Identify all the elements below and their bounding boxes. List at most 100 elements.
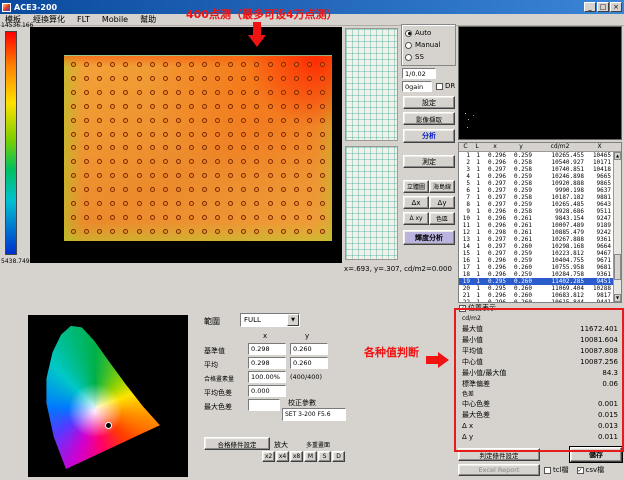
table-row[interactable]: 210.2960.25810540.92710171: [459, 159, 613, 166]
mode-radio-ss[interactable]: SS: [405, 53, 452, 61]
table-row[interactable]: 1010.2960.2619843.1549247: [459, 215, 613, 222]
reference-y-field[interactable]: 0.260: [290, 343, 328, 355]
chevron-down-icon[interactable]: ▼: [287, 314, 299, 326]
table-row[interactable]: 610.2970.2599990.1989637: [459, 187, 613, 194]
radio-icon: [405, 54, 412, 61]
multi-d-button[interactable]: D: [332, 451, 345, 462]
table-cell: 10284.758: [534, 271, 586, 278]
table-cell: 0.297: [482, 180, 508, 187]
range-dropdown[interactable]: FULL ▼: [240, 313, 300, 327]
judge-condition-button[interactable]: 判定條件設定: [458, 448, 540, 461]
table-scrollbar[interactable]: ▲ ▼: [613, 152, 621, 302]
table-row[interactable]: 1410.2970.26010298.1689664: [459, 243, 613, 250]
table-row[interactable]: 1110.2960.26110007.4899189: [459, 222, 613, 229]
maximize-button[interactable]: □: [597, 2, 609, 12]
table-header-cell: C: [459, 143, 472, 151]
zoom-x4-button[interactable]: x4: [276, 451, 289, 462]
table-cell: 11069.404: [534, 285, 586, 292]
minimize-button[interactable]: _: [584, 2, 596, 12]
dr-checkbox[interactable]: DR: [436, 82, 455, 90]
table-row[interactable]: 1310.2970.26110267.8889361: [459, 236, 613, 243]
measure-point: [84, 104, 89, 109]
multi-m-button[interactable]: M: [304, 451, 317, 462]
table-row[interactable]: 310.2970.25810740.85110418: [459, 166, 613, 173]
measure-point: [320, 201, 325, 206]
measure-point: [202, 229, 207, 234]
save-button[interactable]: 儲存: [570, 447, 622, 462]
table-cell: 0.259: [508, 187, 534, 194]
table-cell: 0.296: [482, 215, 508, 222]
table-row[interactable]: 1510.2970.25910223.8129467: [459, 250, 613, 257]
table-row[interactable]: 510.2970.25810920.8889865: [459, 180, 613, 187]
close-button[interactable]: ×: [610, 2, 622, 12]
exposure-field[interactable]: 1/0.02: [402, 68, 436, 79]
zoom-x8-button[interactable]: x8: [290, 451, 303, 462]
measure-point: [215, 145, 220, 150]
table-row[interactable]: 2210.2960.26010615.8449441: [459, 299, 613, 302]
measure-point: [281, 229, 286, 234]
menu-item-3[interactable]: Mobile: [102, 15, 128, 24]
table-row[interactable]: 110.2960.25910265.45510465: [459, 152, 613, 159]
color-zone-button[interactable]: 色區: [429, 212, 455, 225]
scroll-up-icon[interactable]: ▲: [614, 152, 621, 160]
mode-radio-auto[interactable]: Auto: [405, 29, 452, 37]
measure-point: [71, 145, 76, 150]
measure-point: [254, 62, 259, 67]
result-row: 中心值10087.256: [462, 356, 618, 367]
table-row[interactable]: 1610.2960.25910404.7559671: [459, 257, 613, 264]
menu-item-2[interactable]: FLT: [77, 15, 90, 24]
table-row[interactable]: 2010.2950.26011069.40410288: [459, 285, 613, 292]
menu-item-1[interactable]: 經換算化: [33, 14, 65, 25]
measure-point: [320, 215, 325, 220]
calibration-field[interactable]: SET 3-200 F5.6: [282, 408, 346, 421]
measure-point: [307, 173, 312, 178]
luminance-heatmap[interactable]: [64, 55, 332, 241]
measure-point: [241, 159, 246, 164]
pass-condition-button[interactable]: 合格條件設定: [204, 437, 270, 450]
reference-x-field[interactable]: 0.298: [248, 343, 286, 355]
table-row[interactable]: 1910.2950.26011402.2859451: [459, 278, 613, 285]
measure-point: [254, 132, 259, 137]
measure-button[interactable]: 測定: [403, 155, 455, 168]
result-value: 0.011: [598, 433, 618, 441]
result-label: 最大色差: [462, 410, 490, 420]
setting-button[interactable]: 設定: [403, 96, 455, 109]
excel-report-button[interactable]: Excel Report: [458, 464, 540, 476]
result-value: 10087.256: [580, 358, 618, 366]
table-row[interactable]: 910.2960.2589928.6869511: [459, 208, 613, 215]
table-row[interactable]: 1210.2980.26110885.4799242: [459, 229, 613, 236]
delta-x-button[interactable]: Δx: [403, 196, 429, 209]
table-cell: 10171: [586, 159, 613, 166]
table-row[interactable]: 1710.2960.26010755.9589681: [459, 264, 613, 271]
csv-file-checkbox[interactable]: ✓csv檔: [577, 465, 605, 475]
camera-preview: [458, 26, 622, 140]
measure-point: [123, 76, 128, 81]
measure-point: [110, 215, 115, 220]
delta-xy-button[interactable]: Δ xy: [403, 212, 429, 225]
measurement-table-body[interactable]: 110.2960.25910265.45510465210.2960.25810…: [459, 152, 613, 302]
window-title: ACE3-200: [14, 3, 57, 12]
measure-point: [320, 229, 325, 234]
gain-field[interactable]: 0gain: [402, 81, 432, 92]
image-capture-button[interactable]: 影像擷取: [403, 112, 455, 125]
contour-view-button[interactable]: 海島線: [429, 180, 455, 193]
tcl-file-checkbox[interactable]: tcl檔: [544, 465, 569, 475]
analyze-button[interactable]: 分析: [403, 129, 455, 143]
measure-point: [202, 215, 207, 220]
menu-item-4[interactable]: 幫助: [140, 14, 156, 25]
multi-s-button[interactable]: S: [318, 451, 331, 462]
mode-radio-manual[interactable]: Manual: [405, 41, 452, 49]
scrollbar-thumb[interactable]: [614, 254, 621, 280]
table-row[interactable]: 810.2970.25910265.4859643: [459, 201, 613, 208]
delta-y-button[interactable]: Δy: [429, 196, 455, 209]
stereo-view-button[interactable]: 立體圖: [403, 180, 429, 193]
table-row[interactable]: 2110.2960.26010683.8129817: [459, 292, 613, 299]
table-row[interactable]: 710.2970.25810187.1829881: [459, 194, 613, 201]
table-row[interactable]: 410.2960.25910246.8989665: [459, 173, 613, 180]
zoom-x2-button[interactable]: x2: [262, 451, 275, 462]
measure-point: [163, 118, 168, 123]
scroll-down-icon[interactable]: ▼: [614, 294, 621, 302]
luminance-analysis-button[interactable]: 輝度分析: [403, 230, 455, 245]
table-cell: 9865: [586, 180, 613, 187]
table-row[interactable]: 1810.2960.25910284.7589361: [459, 271, 613, 278]
